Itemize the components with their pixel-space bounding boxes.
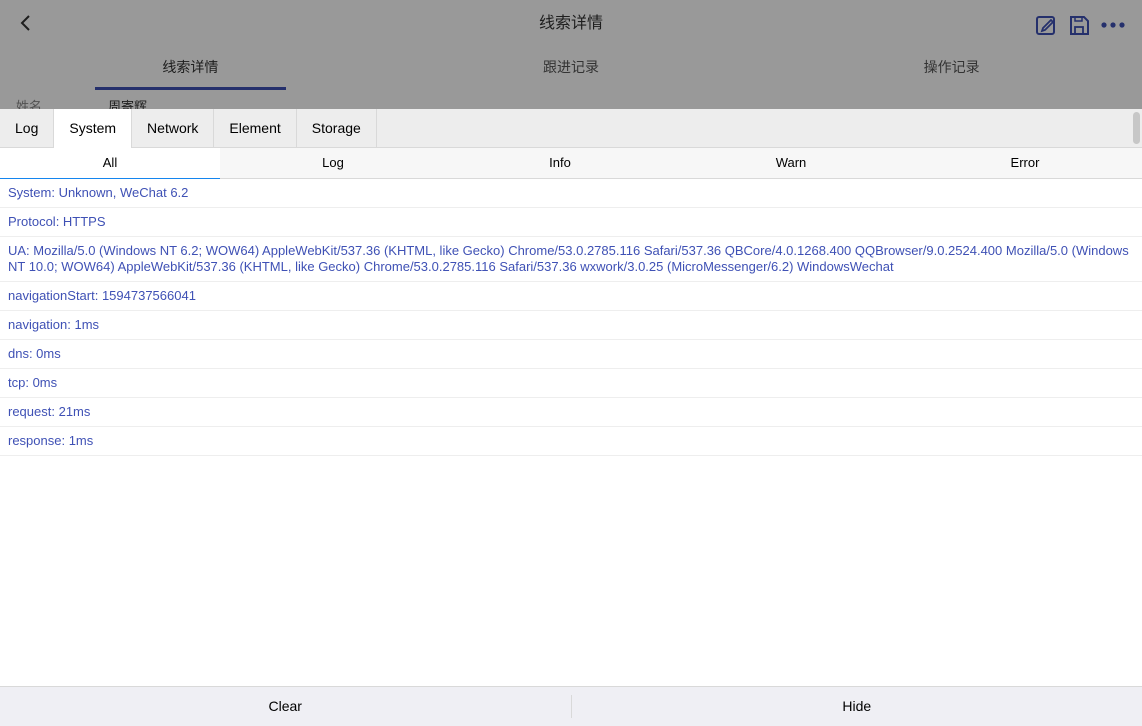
tab-log[interactable]: Log: [0, 109, 55, 148]
log-entry-system: System: Unknown, WeChat 6.2: [0, 179, 1142, 208]
console-toolbar: Clear Hide: [0, 686, 1142, 726]
filter-log[interactable]: Log: [220, 148, 446, 178]
log-entry-dns: dns: 0ms: [0, 340, 1142, 369]
log-entry-navigation: navigation: 1ms: [0, 311, 1142, 340]
filter-info[interactable]: Info: [446, 148, 674, 178]
hide-button[interactable]: Hide: [572, 687, 1142, 726]
filter-error[interactable]: Error: [908, 148, 1142, 178]
tab-storage[interactable]: Storage: [297, 109, 377, 148]
console-tab-bar: Log System Network Element Storage: [0, 109, 1142, 148]
clear-button[interactable]: Clear: [0, 687, 571, 726]
log-entry-request: request: 21ms: [0, 398, 1142, 427]
filter-all[interactable]: All: [0, 148, 220, 179]
tab-network[interactable]: Network: [132, 109, 215, 148]
log-list: System: Unknown, WeChat 6.2 Protocol: HT…: [0, 179, 1142, 456]
log-filter-bar: All Log Info Warn Error: [0, 148, 1142, 179]
overlay-mask[interactable]: [0, 0, 1142, 109]
tab-system[interactable]: System: [54, 109, 133, 148]
log-entry-tcp: tcp: 0ms: [0, 369, 1142, 398]
log-entry-protocol: Protocol: HTTPS: [0, 208, 1142, 237]
tab-element[interactable]: Element: [214, 109, 297, 148]
log-entry-navigation-start: navigationStart: 1594737566041: [0, 282, 1142, 311]
log-entry-response: response: 1ms: [0, 427, 1142, 456]
console-panel: Log System Network Element Storage All L…: [0, 109, 1142, 726]
scrollbar-thumb[interactable]: [1133, 112, 1140, 144]
log-entry-user-agent: UA: Mozilla/5.0 (Windows NT 6.2; WOW64) …: [0, 237, 1142, 282]
filter-warn[interactable]: Warn: [674, 148, 908, 178]
